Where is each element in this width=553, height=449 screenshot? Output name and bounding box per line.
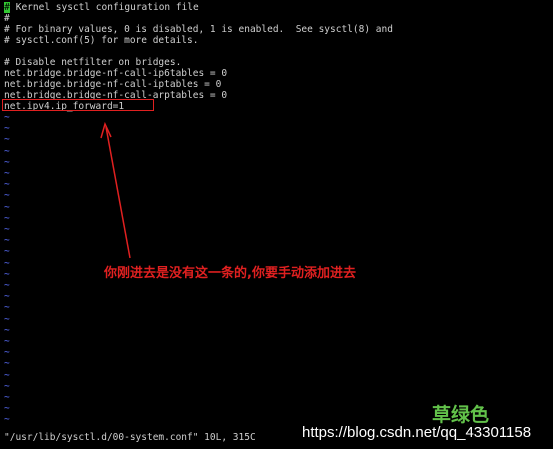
status-line: "/usr/lib/sysctl.d/00-system.conf" 10L, … (4, 432, 256, 443)
terminal-window[interactable]: # Kernel sysctl configuration file # # F… (0, 0, 553, 449)
annotation-text: 你刚进去是没有这一条的,你要手动添加进去 (104, 266, 356, 281)
annotation-arrow (100, 121, 131, 259)
watermark-logo: 草绿色 (432, 404, 490, 426)
watermark-url: https://blog.csdn.net/qq_43301158 (302, 424, 532, 441)
